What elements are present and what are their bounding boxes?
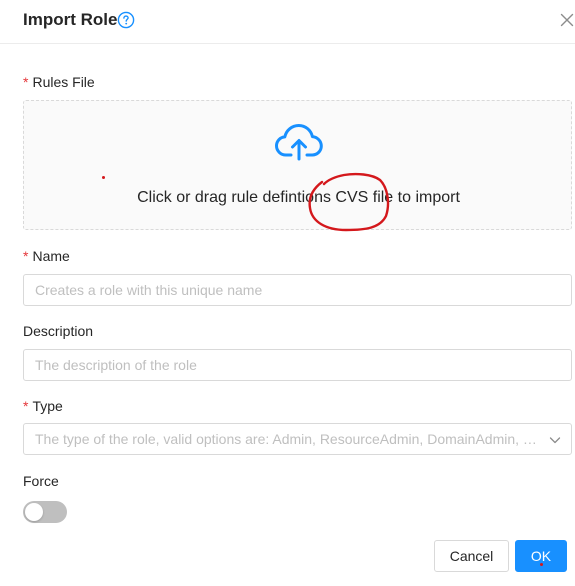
annotation-dot [102,176,105,179]
rules-file-label-text: Rules File [32,74,95,90]
type-select-placeholder: The type of the role, valid options are:… [35,431,540,447]
name-label-text: Name [32,248,70,264]
description-input[interactable] [23,349,572,381]
force-toggle[interactable] [23,501,67,523]
close-icon[interactable] [560,13,574,27]
toggle-knob [25,503,43,521]
annotation-circle [308,172,390,232]
type-label: * Type [23,398,63,414]
upload-instruction: Click or drag rule defintions CVS file t… [137,189,460,206]
name-label: * Name [23,248,70,264]
chevron-down-icon [549,437,561,444]
force-label: Force [23,473,59,489]
type-select[interactable]: The type of the role, valid options are:… [23,423,572,455]
ok-button[interactable]: OK [515,540,567,572]
file-upload-dropzone[interactable]: Click or drag rule defintions CVS file t… [23,100,572,230]
cloud-upload-icon [275,124,323,161]
required-mark: * [23,398,29,414]
dialog-header: Import Role [0,0,575,44]
cancel-button[interactable]: Cancel [434,540,509,572]
rules-file-label: * Rules File [23,74,95,90]
required-mark: * [23,248,29,264]
type-label-text: Type [32,398,63,414]
help-circle-icon[interactable] [117,11,135,29]
name-input[interactable] [23,274,572,306]
required-mark: * [23,74,29,90]
description-label: Description [23,323,94,339]
dialog-title: Import Role [23,10,118,29]
annotation-dot [540,563,543,566]
